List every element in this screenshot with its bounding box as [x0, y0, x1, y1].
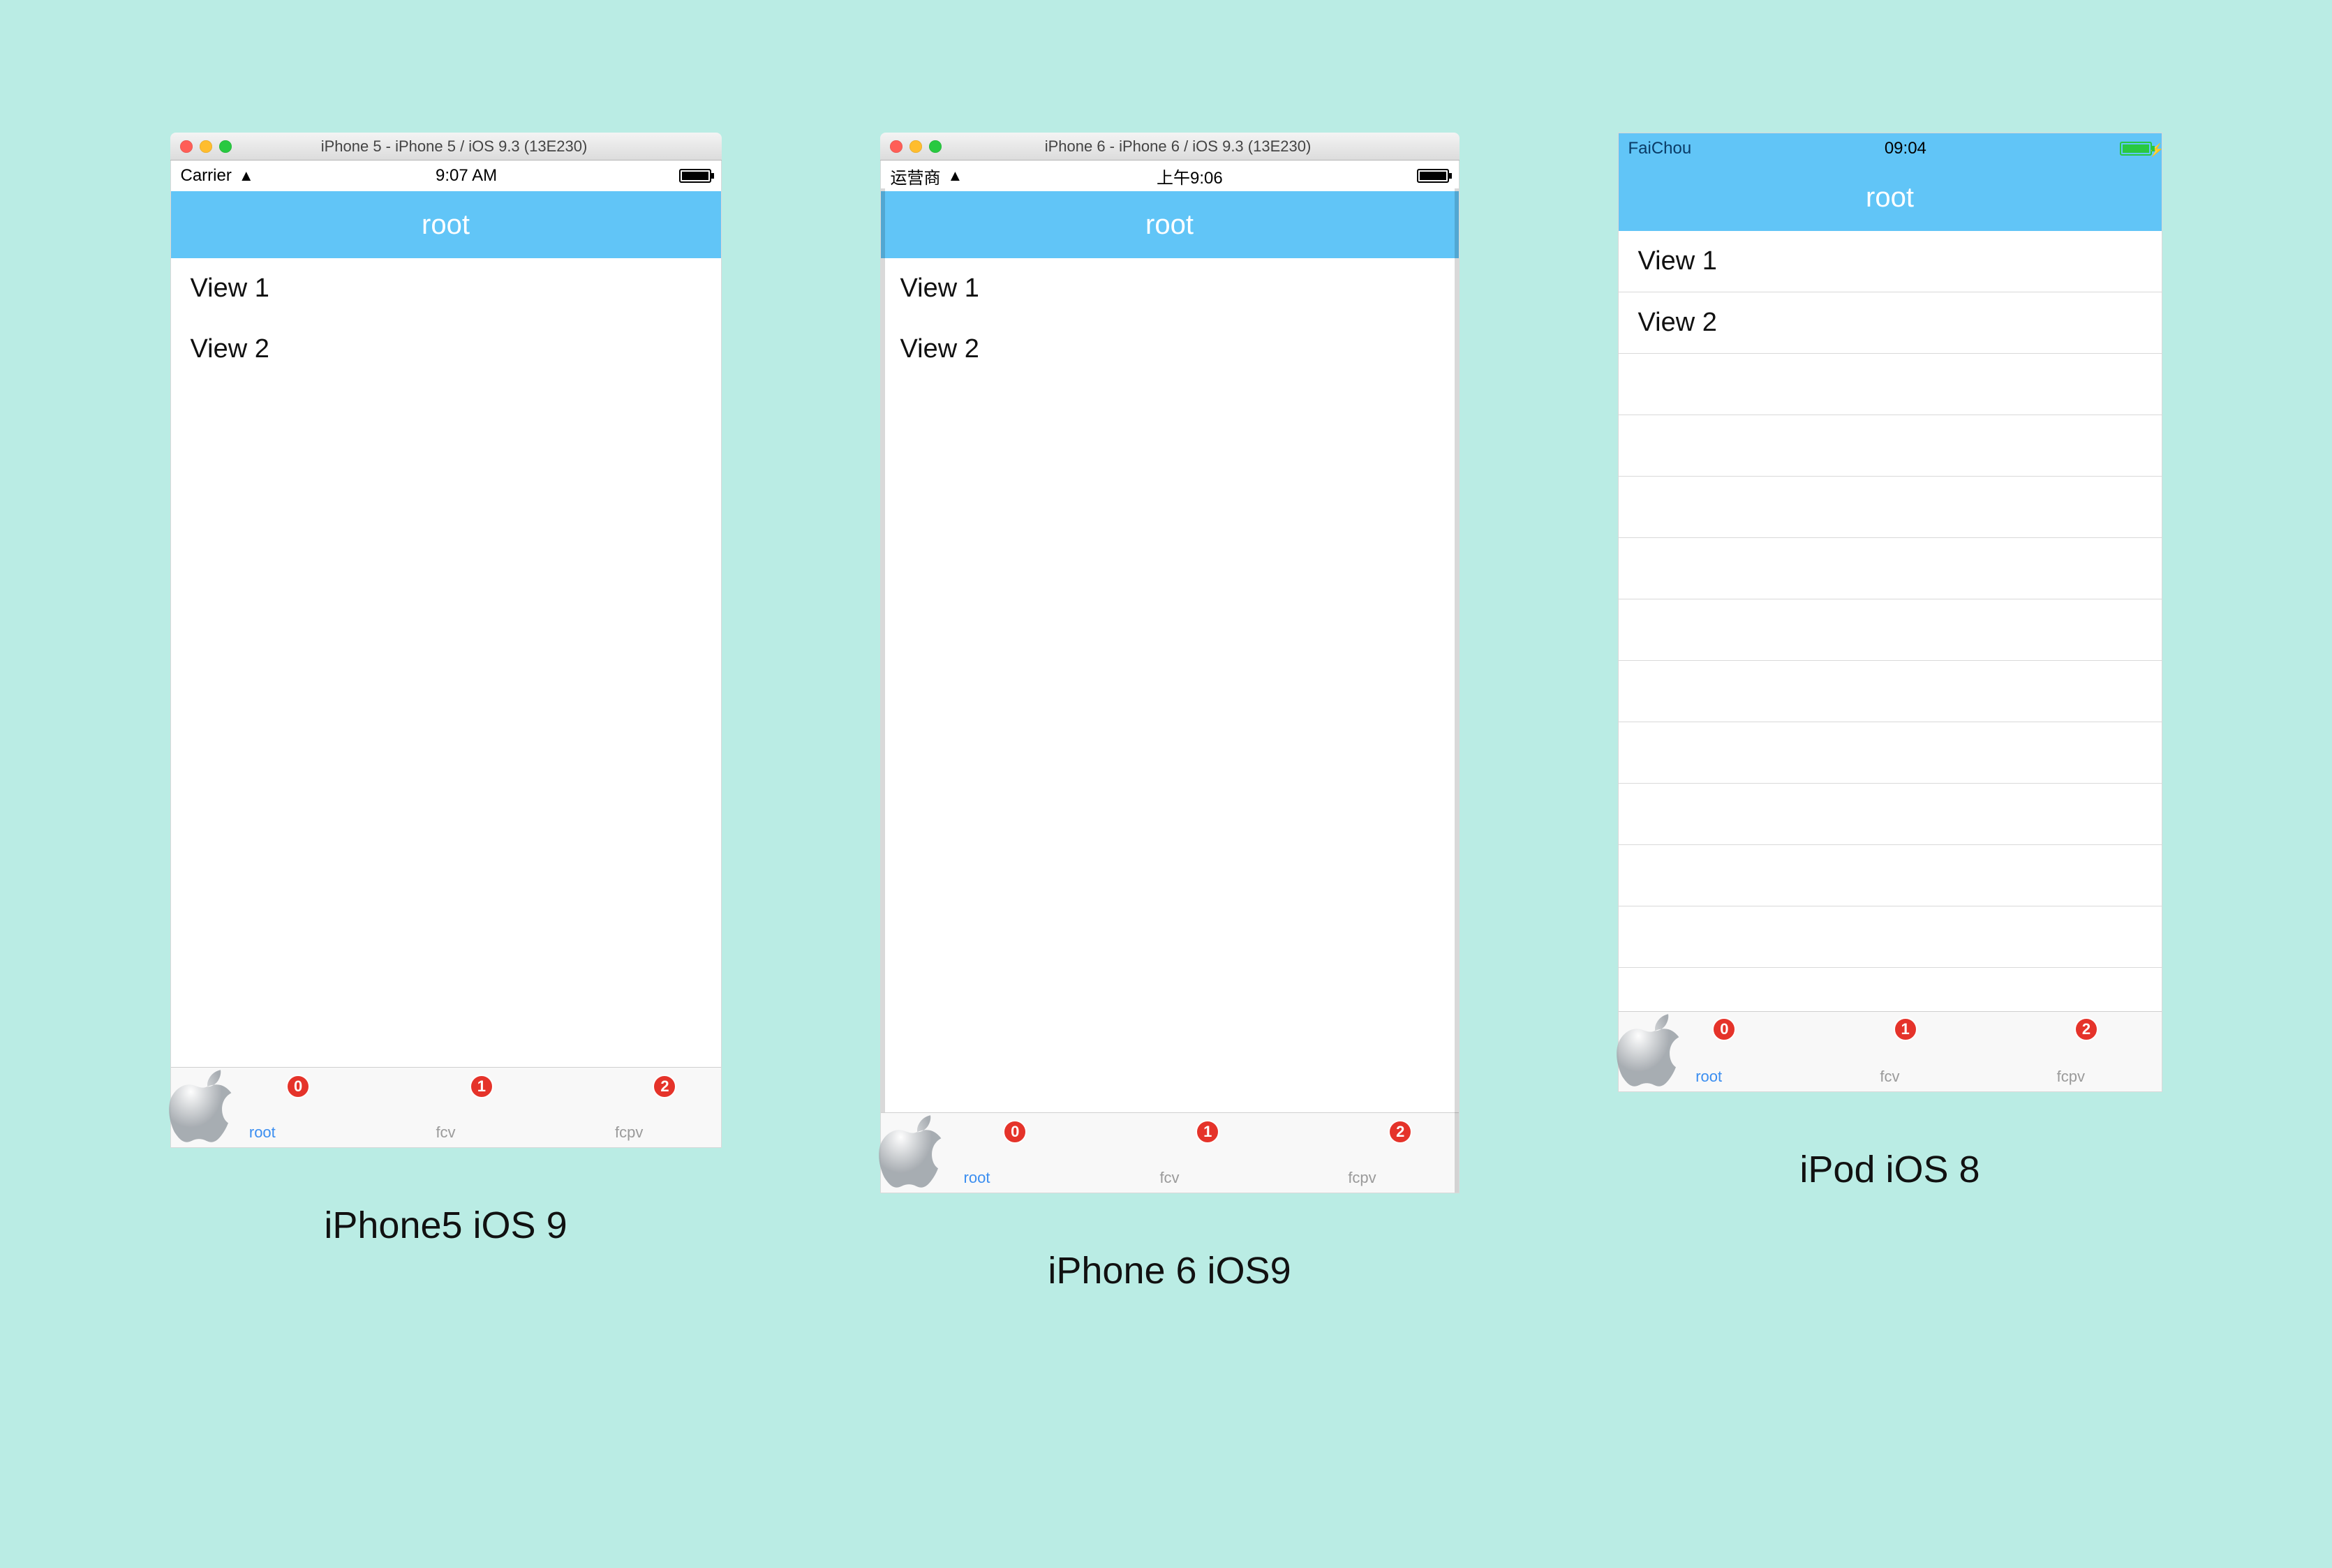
- carrier-label: FaiChou: [1628, 139, 1692, 158]
- status-bar: FaiChou 09:04 ⚡: [1619, 133, 2162, 164]
- tab-fcpv[interactable]: 2 fcpv: [1266, 1113, 1459, 1193]
- tab-label: fcv: [436, 1123, 455, 1142]
- status-bar: 运营商 ▲ 上午9:06: [881, 160, 1459, 191]
- tab-root[interactable]: 0 root: [171, 1068, 355, 1147]
- simulator-window-iphone6: iPhone 6 - iPhone 6 / iOS 9.3 (13E230) 运…: [880, 133, 1460, 1193]
- table-view[interactable]: View 1 View 2: [881, 258, 1459, 1112]
- table-row-empty: [1619, 477, 2162, 538]
- minimize-icon[interactable]: [909, 140, 922, 153]
- tab-badge: 0: [1712, 1017, 1736, 1041]
- tab-fcpv[interactable]: 2 fcpv: [1980, 1012, 2161, 1091]
- tab-bar: 0 root 1 fcv 2 fcpv: [881, 1112, 1459, 1193]
- table-row-empty: [1619, 354, 2162, 415]
- mac-window-titlebar: iPhone 5 - iPhone 5 / iOS 9.3 (13E230): [170, 133, 722, 160]
- table-row[interactable]: View 2: [881, 319, 1459, 380]
- nav-bar: root: [881, 191, 1459, 258]
- battery-icon: ⚡: [2120, 142, 2152, 156]
- tab-label: fcpv: [615, 1123, 643, 1142]
- tab-badge: 0: [1003, 1120, 1027, 1144]
- tab-root[interactable]: 0 root: [881, 1113, 1074, 1193]
- tab-fcv[interactable]: 1 fcv: [354, 1068, 537, 1147]
- tab-badge: 2: [653, 1075, 676, 1098]
- table-row[interactable]: View 1: [171, 258, 721, 319]
- table-row-empty: [1619, 784, 2162, 845]
- tab-root[interactable]: 0 root: [1619, 1012, 1799, 1091]
- status-time: 9:07 AM: [436, 166, 497, 186]
- table-row-empty: [1619, 538, 2162, 599]
- traffic-lights[interactable]: [180, 140, 232, 153]
- tab-badge: 1: [1894, 1017, 1917, 1041]
- nav-bar: root: [171, 191, 721, 258]
- close-icon[interactable]: [890, 140, 903, 153]
- nav-bar: root: [1619, 164, 2162, 231]
- tab-fcpv[interactable]: 2 fcpv: [537, 1068, 721, 1147]
- close-icon[interactable]: [180, 140, 193, 153]
- battery-icon: [1417, 169, 1449, 183]
- mac-window-titlebar: iPhone 6 - iPhone 6 / iOS 9.3 (13E230): [880, 133, 1460, 160]
- zoom-icon[interactable]: [219, 140, 232, 153]
- tab-badge: 2: [2074, 1017, 2098, 1041]
- table-row-empty: [1619, 599, 2162, 661]
- table-row-empty: [1619, 906, 2162, 968]
- tab-badge: 1: [1196, 1120, 1219, 1144]
- tab-fcv[interactable]: 1 fcv: [1799, 1012, 1980, 1091]
- table-row-empty: [1619, 415, 2162, 477]
- apple-icon: [1614, 1012, 1691, 1089]
- tab-label: root: [1695, 1068, 1722, 1086]
- carrier-label: Carrier: [181, 166, 232, 186]
- device-column-iphone5: iPhone 5 - iPhone 5 / iOS 9.3 (13E230) C…: [170, 133, 722, 1247]
- status-time: 09:04: [1885, 139, 1926, 158]
- table-row[interactable]: View 1: [881, 258, 1459, 319]
- traffic-lights[interactable]: [890, 140, 942, 153]
- tab-label: fcv: [1159, 1169, 1179, 1187]
- table-row[interactable]: View 1: [1619, 231, 2162, 292]
- status-time: 上午9:06: [1157, 164, 1223, 188]
- device-caption: iPhone 6 iOS9: [1048, 1249, 1291, 1292]
- device-caption: iPhone5 iOS 9: [324, 1204, 567, 1247]
- phone-screen: 运营商 ▲ 上午9:06 root View 1 View 2: [880, 160, 1460, 1193]
- tab-label: fcpv: [2057, 1068, 2085, 1086]
- tab-bar: 0 root 1 fcv 2 fcpv: [171, 1067, 721, 1147]
- tab-badge: 2: [1388, 1120, 1412, 1144]
- tab-label: root: [249, 1123, 276, 1142]
- battery-icon: [679, 169, 711, 183]
- zoom-icon[interactable]: [929, 140, 942, 153]
- table-row-empty: [1619, 845, 2162, 906]
- table-view[interactable]: View 1 View 2: [171, 258, 721, 1067]
- nav-title: root: [422, 209, 470, 241]
- table-row[interactable]: View 2: [1619, 292, 2162, 354]
- phone-screen: Carrier ▲ 9:07 AM root View 1 View 2: [170, 160, 722, 1148]
- device-caption: iPod iOS 8: [1799, 1148, 1980, 1191]
- nav-title: root: [1866, 182, 1914, 214]
- tab-fcv[interactable]: 1 fcv: [1074, 1113, 1266, 1193]
- wifi-icon: ▲: [948, 167, 963, 185]
- tab-label: root: [964, 1169, 990, 1187]
- wifi-icon: ▲: [239, 167, 254, 185]
- table-view[interactable]: View 1 View 2: [1619, 231, 2162, 1011]
- apple-icon: [167, 1068, 244, 1144]
- mac-window-title: iPhone 5 - iPhone 5 / iOS 9.3 (13E230): [246, 137, 663, 156]
- tab-bar: 0 root 1 fcv 2 fcpv: [1619, 1011, 2162, 1091]
- carrier-label: 运营商: [891, 164, 941, 188]
- table-row[interactable]: View 2: [171, 319, 721, 380]
- phone-screen: FaiChou 09:04 ⚡ root View 1 View 2: [1618, 133, 2162, 1092]
- minimize-icon[interactable]: [200, 140, 212, 153]
- table-row-empty: [1619, 722, 2162, 784]
- nav-title: root: [1145, 209, 1194, 241]
- mac-window-title: iPhone 6 - iPhone 6 / iOS 9.3 (13E230): [956, 137, 1401, 156]
- tab-label: fcv: [1880, 1068, 1899, 1086]
- apple-icon: [877, 1113, 953, 1190]
- status-bar: Carrier ▲ 9:07 AM: [171, 160, 721, 191]
- table-row-empty: [1619, 661, 2162, 722]
- tab-badge: 1: [470, 1075, 493, 1098]
- tab-label: fcpv: [1348, 1169, 1376, 1187]
- device-column-ipod: FaiChou 09:04 ⚡ root View 1 View 2: [1618, 133, 2162, 1191]
- tab-badge: 0: [286, 1075, 310, 1098]
- simulator-window-iphone5: iPhone 5 - iPhone 5 / iOS 9.3 (13E230) C…: [170, 133, 722, 1148]
- device-column-iphone6: iPhone 6 - iPhone 6 / iOS 9.3 (13E230) 运…: [880, 133, 1460, 1292]
